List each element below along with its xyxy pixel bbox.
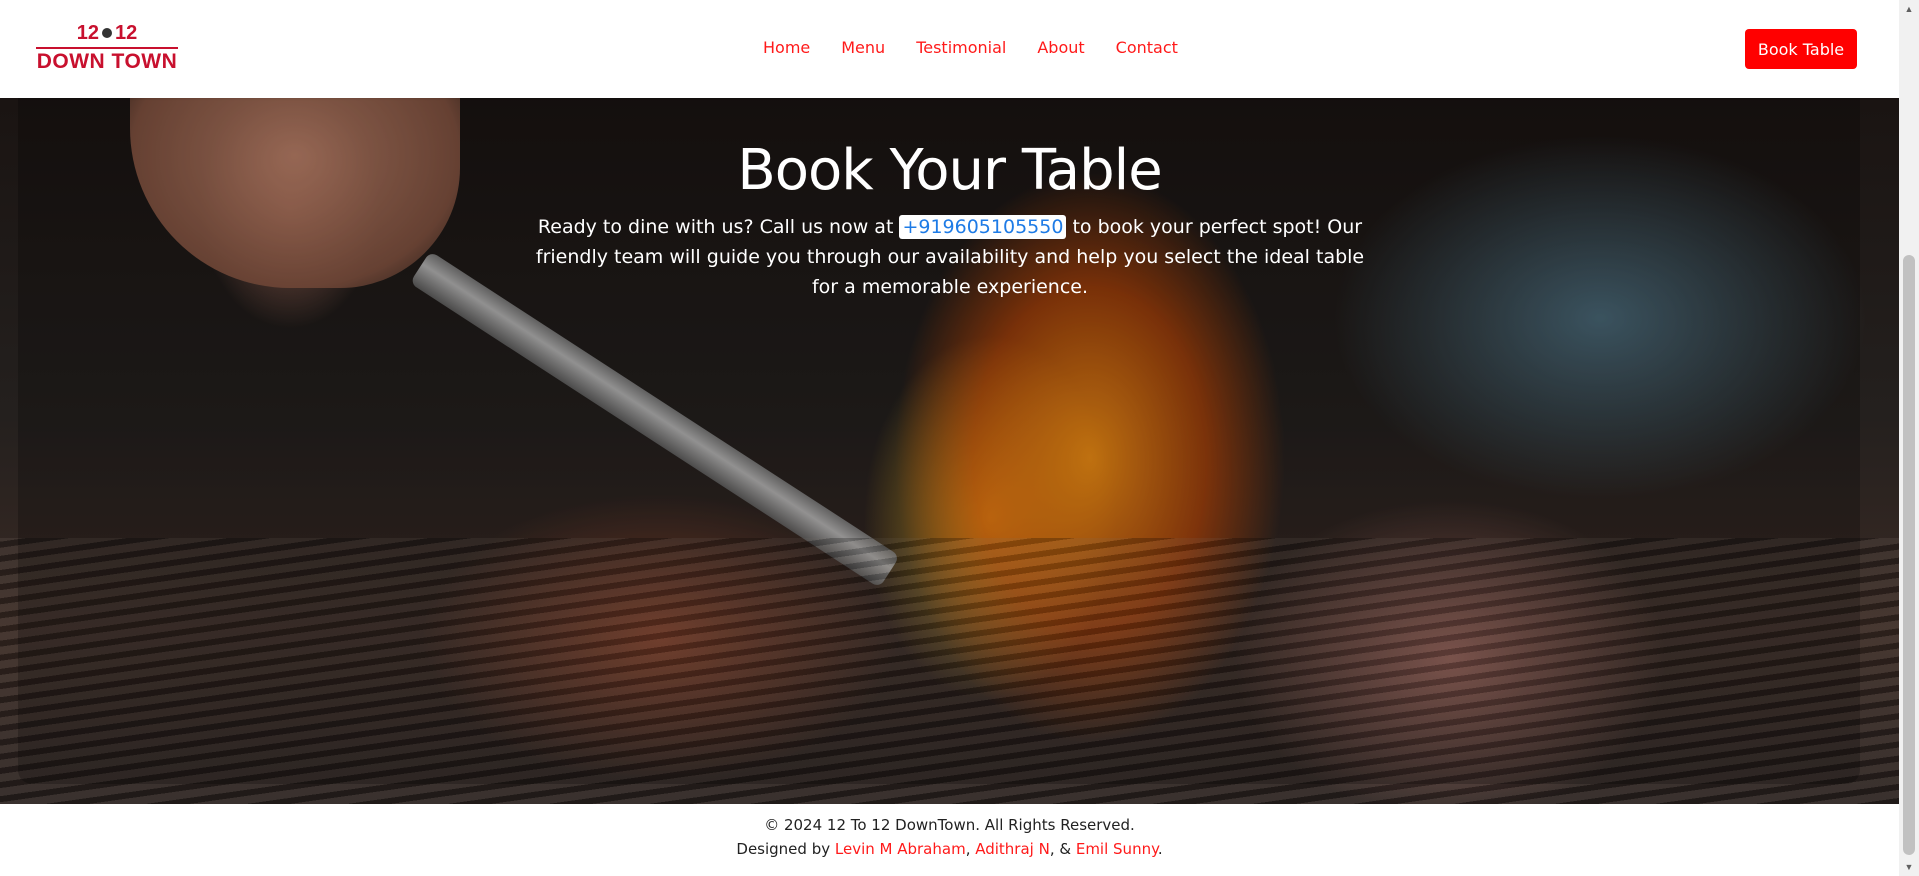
scrollbar-thumb[interactable]: [1903, 255, 1915, 855]
site-header: 12 12 DOWN TOWN Home Menu Testimonial Ab…: [0, 0, 1899, 98]
logo-number-right: 12: [115, 21, 138, 44]
nav-menu[interactable]: Menu: [841, 38, 885, 57]
hero-section: Book Your Table Ready to dine with us? C…: [0, 98, 1899, 804]
clock-icon: [102, 28, 112, 38]
credit-separator: , &: [1049, 840, 1076, 858]
scroll-down-icon[interactable]: ▼: [1899, 858, 1919, 876]
phone-link[interactable]: +919605105550: [899, 215, 1067, 239]
hero-text-before: Ready to dine with us? Call us now at: [537, 216, 900, 238]
designed-by-label: Designed by: [736, 840, 835, 858]
logo-text: DOWN TOWN: [36, 50, 178, 73]
vertical-scrollbar[interactable]: ▲ ▼: [1899, 0, 1919, 876]
copyright-text: © 2024 12 To 12 DownTown. All Rights Res…: [764, 816, 1135, 834]
site-footer: © 2024 12 To 12 DownTown. All Rights Res…: [0, 804, 1899, 876]
nav-testimonial[interactable]: Testimonial: [916, 38, 1006, 57]
nav-home[interactable]: Home: [763, 38, 810, 57]
designer-link-emil[interactable]: Emil Sunny: [1076, 840, 1158, 858]
logo[interactable]: 12 12 DOWN TOWN: [36, 22, 178, 78]
nav-about[interactable]: About: [1037, 38, 1084, 57]
hero-title: Book Your Table: [737, 138, 1162, 203]
logo-number-left: 12: [76, 21, 99, 44]
designer-link-levin[interactable]: Levin M Abraham: [835, 840, 966, 858]
logo-top: 12 12: [36, 22, 178, 44]
main-nav: Home Menu Testimonial About Contact: [763, 38, 1178, 57]
designer-link-adithraj[interactable]: Adithraj N: [975, 840, 1050, 858]
book-table-button[interactable]: Book Table: [1745, 29, 1857, 69]
credit-end: .: [1157, 840, 1163, 858]
nav-contact[interactable]: Contact: [1116, 38, 1178, 57]
credit-separator: ,: [965, 840, 976, 858]
logo-divider: [36, 47, 178, 49]
scroll-up-icon[interactable]: ▲: [1899, 0, 1919, 18]
page: 12 12 DOWN TOWN Home Menu Testimonial Ab…: [0, 0, 1899, 876]
hero-description: Ready to dine with us? Call us now at +9…: [522, 212, 1378, 302]
designer-credits: Designed by Levin M Abraham, Adithraj N,…: [0, 840, 1899, 858]
